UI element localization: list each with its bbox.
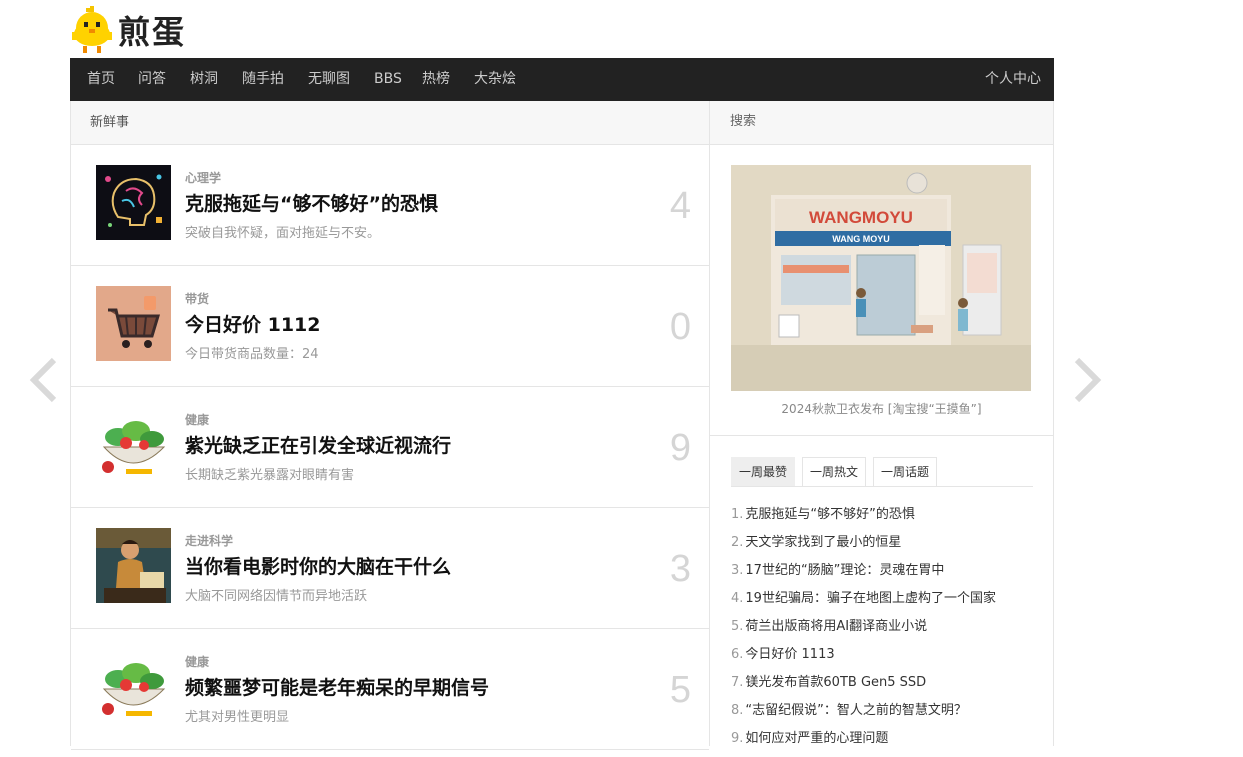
- tab-weekly-topics[interactable]: 一周话题: [873, 457, 938, 486]
- post-title[interactable]: 当你看电影时你的大脑在干什么: [185, 552, 451, 579]
- list-item[interactable]: 1. 克服拖延与“够不够好”的恐惧: [731, 505, 996, 533]
- nav-item-boring-pics[interactable]: 无聊图: [308, 58, 350, 101]
- post-category[interactable]: 带货: [185, 290, 209, 307]
- ranking-tabs: 一周最赞 一周热文 一周话题: [731, 457, 1033, 487]
- nav-user-center[interactable]: 个人中心: [985, 58, 1041, 101]
- post-thumbnail[interactable]: [96, 649, 171, 724]
- post-title[interactable]: 今日好价 1112: [185, 310, 321, 337]
- nav-item-treehole[interactable]: 树洞: [190, 58, 218, 101]
- nav-item-snapshots[interactable]: 随手拍: [242, 58, 284, 101]
- ad-sub-sign-text: WANG MOYU: [832, 234, 890, 244]
- ad-banner-image[interactable]: WANGMOYU WANG MOYU: [731, 165, 1031, 391]
- post-title[interactable]: 克服拖延与“够不够好”的恐惧: [185, 189, 438, 216]
- site-logo[interactable]: 煎蛋: [70, 6, 186, 54]
- rank-number: 4.: [731, 591, 744, 606]
- main-nav: 首页 问答 树洞 随手拍 无聊图 BBS 热榜 大杂烩 个人中心: [70, 58, 1054, 101]
- list-item[interactable]: 2. 天文学家找到了最小的恒星: [731, 533, 996, 561]
- post-item[interactable]: 健康 频繁噩梦可能是老年痴呆的早期信号 尤其对男性更明显 5: [71, 629, 709, 750]
- rank-number: 8.: [731, 703, 744, 718]
- list-item[interactable]: 9. 如何应对严重的心理问题: [731, 729, 996, 757]
- rank-title[interactable]: 如何应对严重的心理问题: [745, 731, 888, 746]
- divider: [710, 435, 1053, 436]
- rank-title[interactable]: 克服拖延与“够不够好”的恐惧: [745, 507, 914, 522]
- post-description: 尤其对男性更明显: [185, 710, 290, 725]
- post-description: 大脑不同网络因情节而异地活跃: [185, 589, 368, 604]
- comment-count[interactable]: 5: [670, 669, 691, 712]
- post-title[interactable]: 紫光缺乏正在引发全球近视流行: [185, 431, 451, 458]
- nav-item-home[interactable]: 首页: [87, 58, 115, 101]
- post-title[interactable]: 频繁噩梦可能是老年痴呆的早期信号: [185, 673, 489, 700]
- rank-number: 1.: [731, 507, 744, 522]
- comment-count[interactable]: 4: [670, 185, 691, 228]
- nav-item-qa[interactable]: 问答: [138, 58, 166, 101]
- post-item[interactable]: 心理学 克服拖延与“够不够好”的恐惧 突破自我怀疑，面对拖延与不安。 4: [71, 145, 709, 266]
- list-item[interactable]: 3. 17世纪的“肠脑”理论：灵魂在胃中: [731, 561, 996, 589]
- rank-number: 5.: [731, 619, 744, 634]
- post-category[interactable]: 走进科学: [185, 532, 233, 549]
- tab-weekly-hot[interactable]: 一周热文: [802, 457, 867, 486]
- search-title: 搜索: [710, 101, 1053, 145]
- rank-number: 6.: [731, 647, 744, 662]
- rank-title[interactable]: 镁光发布首款60TB Gen5 SSD: [745, 675, 926, 690]
- section-title: 新鲜事: [71, 101, 709, 145]
- nav-item-bbs[interactable]: BBS: [374, 58, 402, 101]
- nav-item-hot[interactable]: 热榜: [422, 58, 450, 101]
- post-category[interactable]: 心理学: [185, 169, 221, 186]
- comment-count[interactable]: 3: [670, 548, 691, 591]
- post-item[interactable]: 健康 紫光缺乏正在引发全球近视流行 长期缺乏紫光暴露对眼睛有害 9: [71, 387, 709, 508]
- nav-item-misc[interactable]: 大杂烩: [474, 58, 516, 101]
- ad-sign-text: WANGMOYU: [809, 208, 913, 227]
- post-description: 今日带货商品数量：24: [185, 347, 319, 362]
- main-feed: 新鲜事 心理学 克服拖延与“够不够好”的恐惧 突破自我怀疑，面对拖延与不安。 4: [70, 101, 710, 750]
- list-item[interactable]: 7. 镁光发布首款60TB Gen5 SSD: [731, 673, 996, 701]
- post-thumbnail[interactable]: [96, 528, 171, 603]
- post-thumbnail[interactable]: [96, 286, 171, 361]
- rank-title[interactable]: “志留纪假说”：智人之前的智慧文明？: [745, 703, 966, 718]
- post-description: 长期缺乏紫光暴露对眼睛有害: [185, 468, 355, 483]
- sidebar: 搜索 WANGMOYU WANG MOYU 2024秋款卫衣发布 [淘宝搜“王摸…: [710, 101, 1054, 746]
- post-description: 突破自我怀疑，面对拖延与不安。: [185, 226, 381, 241]
- list-item[interactable]: 5. 荷兰出版商将用AI翻译商业小说: [731, 617, 996, 645]
- rank-title[interactable]: 19世纪骗局：骗子在地图上虚构了一个国家: [745, 591, 996, 606]
- post-thumbnail[interactable]: [96, 165, 171, 240]
- rank-title[interactable]: 天文学家找到了最小的恒星: [745, 535, 901, 550]
- rank-title[interactable]: 17世纪的“肠脑”理论：灵魂在胃中: [745, 563, 944, 578]
- prev-page-arrow-icon[interactable]: [28, 356, 64, 404]
- rank-number: 2.: [731, 535, 744, 550]
- list-item[interactable]: 4. 19世纪骗局：骗子在地图上虚构了一个国家: [731, 589, 996, 617]
- post-category[interactable]: 健康: [185, 653, 209, 670]
- post-thumbnail[interactable]: [96, 407, 171, 482]
- rank-number: 9.: [731, 731, 744, 746]
- tab-weekly-top[interactable]: 一周最赞: [731, 457, 796, 486]
- next-page-arrow-icon[interactable]: [1071, 356, 1107, 404]
- list-item[interactable]: 6. 今日好价 1113: [731, 645, 996, 673]
- rank-number: 3.: [731, 563, 744, 578]
- ranking-list: 1. 克服拖延与“够不够好”的恐惧 2. 天文学家找到了最小的恒星 3. 17世纪的“…: [731, 505, 996, 757]
- comment-count[interactable]: 9: [670, 427, 691, 470]
- logo-text: 煎蛋: [118, 13, 187, 51]
- comment-count[interactable]: 0: [670, 306, 691, 349]
- rank-title[interactable]: 荷兰出版商将用AI翻译商业小说: [745, 619, 927, 634]
- post-item[interactable]: 走进科学 当你看电影时你的大脑在干什么 大脑不同网络因情节而异地活跃 3: [71, 508, 709, 629]
- rank-number: 7.: [731, 675, 744, 690]
- ad-caption[interactable]: 2024秋款卫衣发布 [淘宝搜“王摸鱼”]: [710, 400, 1053, 417]
- post-category[interactable]: 健康: [185, 411, 209, 428]
- list-item[interactable]: 8. “志留纪假说”：智人之前的智慧文明？: [731, 701, 996, 729]
- post-item[interactable]: 带货 今日好价 1112 今日带货商品数量：24 0: [71, 266, 709, 387]
- chick-logo-icon: [70, 6, 114, 54]
- rank-title[interactable]: 今日好价 1113: [745, 647, 834, 662]
